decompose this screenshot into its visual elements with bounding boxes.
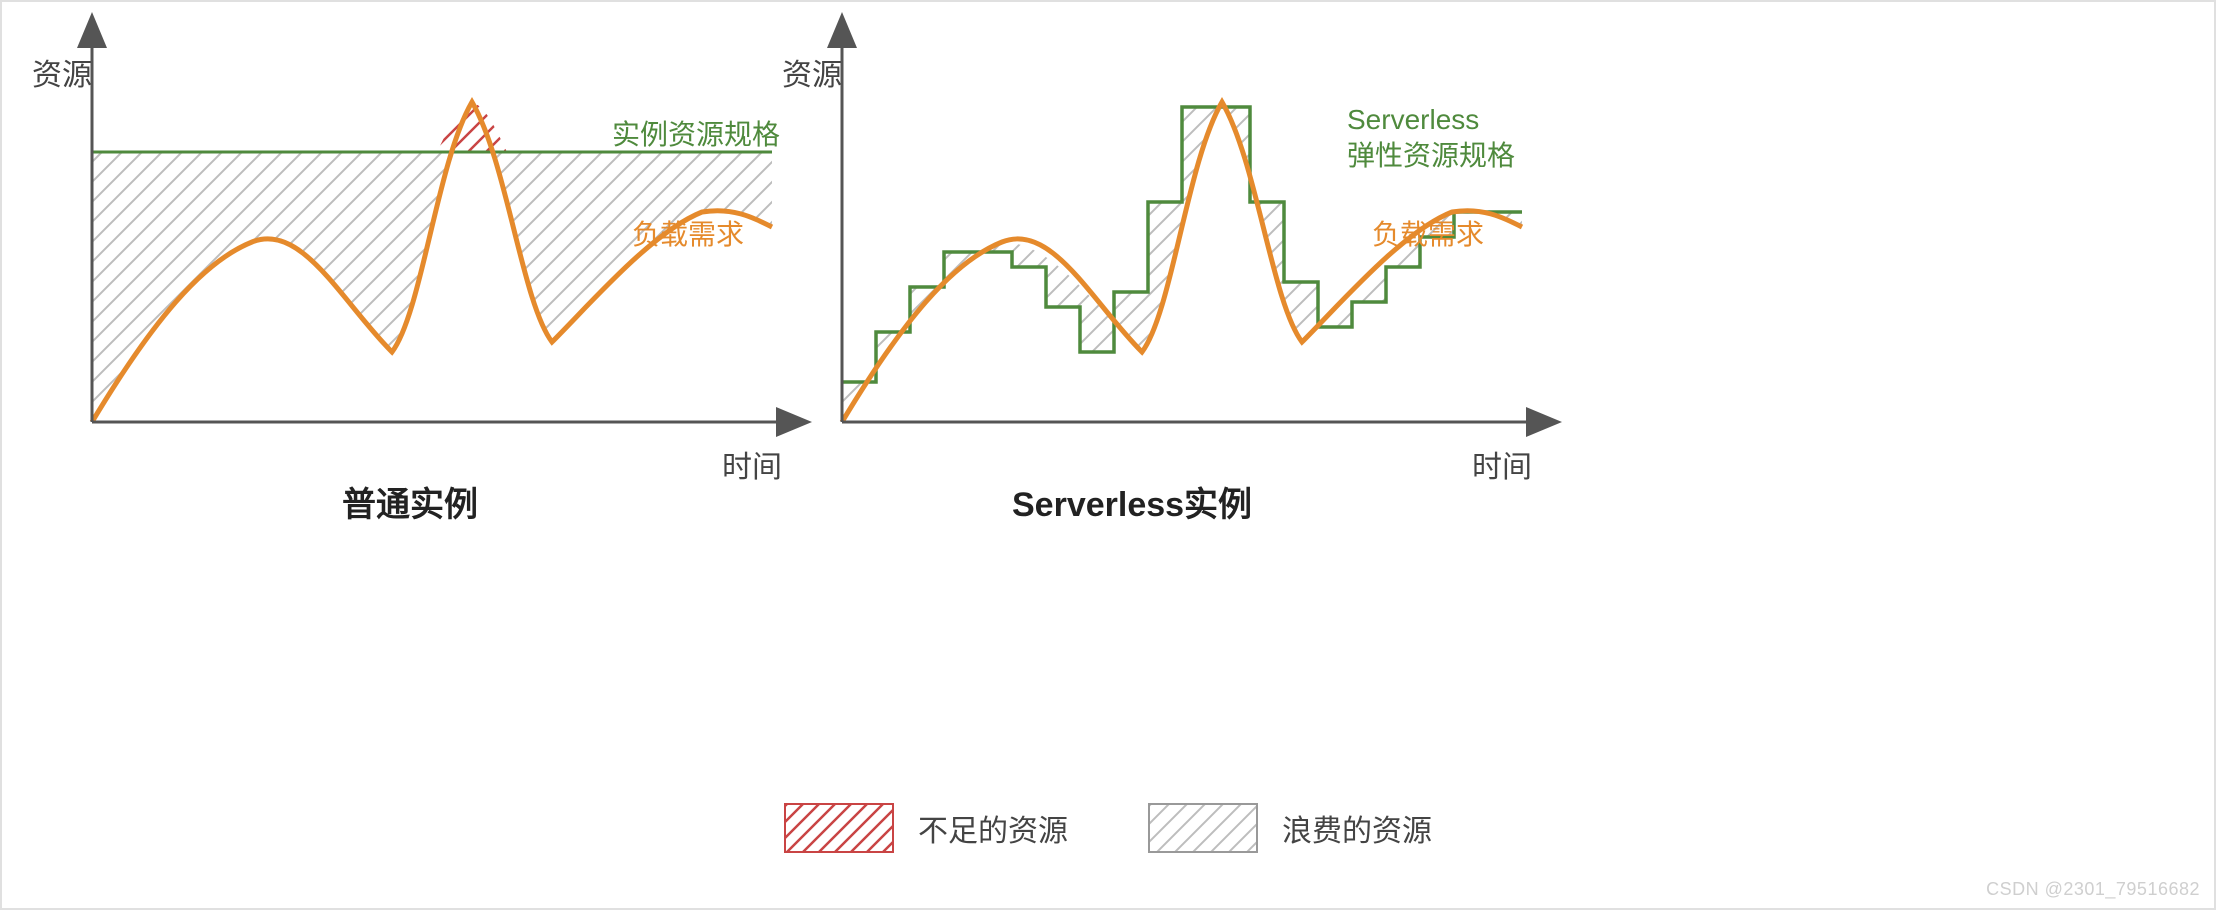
left-demand-label: 负载需求 [632, 217, 744, 253]
legend-label-wasted: 浪费的资源 [1282, 806, 1432, 850]
legend: 不足的资源 浪费的资源 [2, 803, 2214, 853]
left-x-axis-label: 时间 [722, 442, 782, 486]
right-chart-title: Serverless实例 [1012, 477, 1252, 526]
right-resource-label: Serverless 弹性资源规格 [1347, 102, 1515, 175]
watermark: CSDN @2301_79516682 [1986, 879, 2200, 900]
legend-swatch-red [784, 803, 894, 853]
diagram-container: 资源 [0, 0, 2216, 910]
left-y-axis-label: 资源 [32, 50, 92, 94]
right-demand-label: 负载需求 [1372, 217, 1484, 253]
legend-item-wasted: 浪费的资源 [1148, 803, 1432, 853]
legend-label-insufficient: 不足的资源 [918, 806, 1068, 850]
left-chart-title: 普通实例 [342, 477, 478, 526]
legend-item-insufficient: 不足的资源 [784, 803, 1068, 853]
left-resource-label: 实例资源规格 [612, 117, 780, 153]
right-y-axis-label: 资源 [782, 50, 842, 94]
legend-swatch-gray [1148, 803, 1258, 853]
right-x-axis-label: 时间 [1472, 442, 1532, 486]
